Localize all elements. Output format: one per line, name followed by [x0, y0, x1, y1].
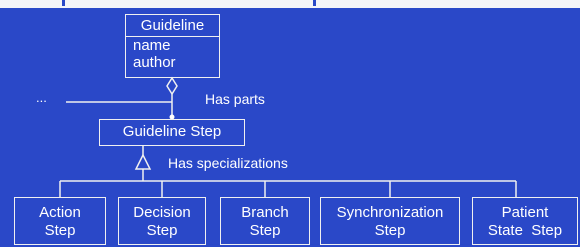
- synchronization-step-line2: Step: [374, 222, 406, 239]
- branch-step-line2: Step: [249, 222, 281, 239]
- has-parts-label: Has parts: [205, 91, 265, 107]
- guideline-attr-author: author: [133, 54, 176, 71]
- action-step-line1: Action: [39, 204, 81, 221]
- decision-step-line1: Decision: [133, 204, 191, 221]
- generalization-triangle: [134, 153, 152, 170]
- patient-state-step-line2: State Step: [487, 222, 563, 239]
- branch-step-box: Branch Step: [220, 197, 310, 245]
- has-specializations-label: Has specializations: [168, 155, 288, 171]
- synchronization-step-box: Synchronization Step: [320, 197, 460, 245]
- diagram-canvas: Guideline name author ... Has parts Guid…: [0, 0, 580, 247]
- aggregation-diamond: [166, 76, 178, 96]
- guideline-step-name: Guideline Step: [122, 123, 222, 140]
- guideline-step-box: Guideline Step: [99, 119, 245, 146]
- action-step-box: Action Step: [14, 197, 106, 245]
- synchronization-step-line1: Synchronization: [336, 204, 444, 221]
- ellipsis-label: ...: [36, 90, 47, 105]
- guideline-class-box: Guideline name author: [125, 14, 220, 78]
- guideline-attr-name: name: [133, 37, 171, 54]
- decision-step-line2: Step: [146, 222, 178, 239]
- decision-step-box: Decision Step: [118, 197, 206, 245]
- action-step-line2: Step: [44, 222, 76, 239]
- branch-step-line1: Branch: [241, 204, 289, 221]
- patient-state-step-line1: Patient: [501, 204, 549, 221]
- guideline-class-name: Guideline: [140, 17, 205, 34]
- patient-state-step-box: Patient State Step: [472, 197, 578, 245]
